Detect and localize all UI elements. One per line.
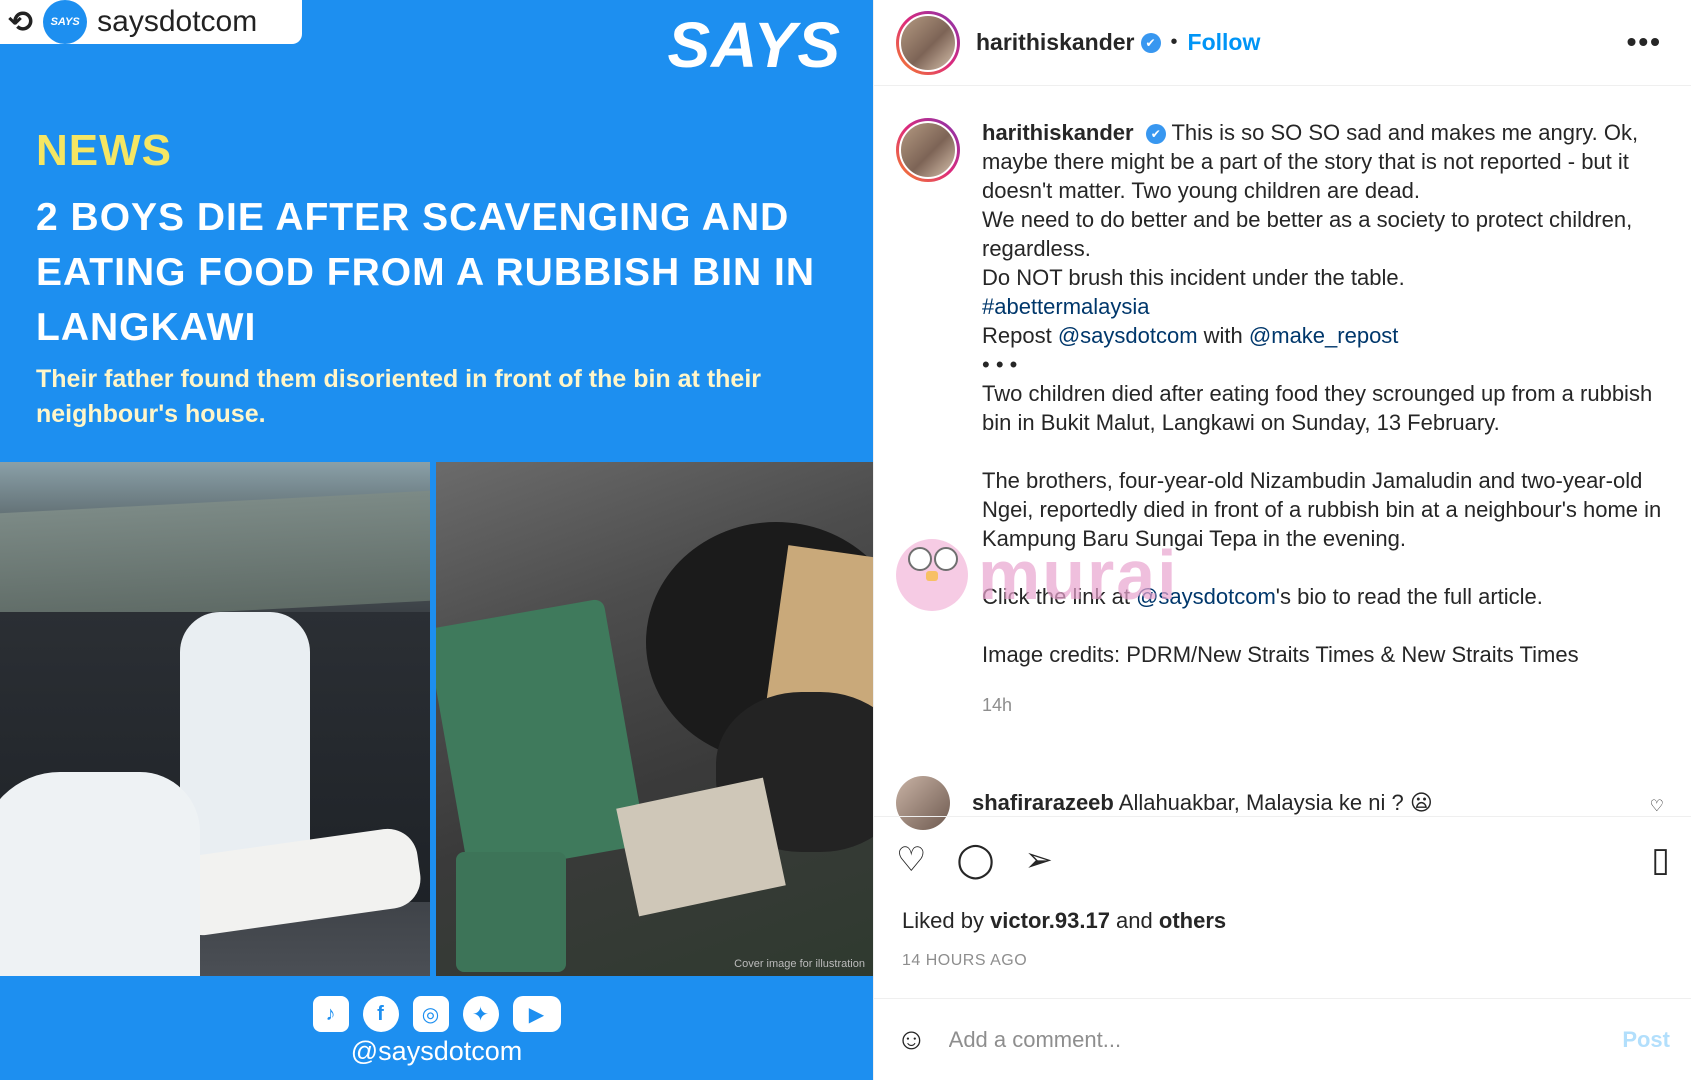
likes-prefix: Liked by (902, 908, 991, 933)
post-details-panel: harithiskander ✔ • Follow ••• harithiska… (873, 0, 1691, 1080)
share-icon[interactable]: ➢ (1025, 843, 1054, 877)
more-options-icon[interactable]: ••• (1627, 26, 1662, 58)
post-header: harithiskander ✔ • Follow ••• (874, 0, 1691, 86)
caption-line-3: Do NOT brush this incident under the tab… (982, 265, 1405, 290)
post-comment-button[interactable]: Post (1622, 1027, 1670, 1053)
post-image[interactable]: ⟲ SAYS saysdotcom SAYS NEWS 2 BOYS DIE A… (0, 0, 873, 1080)
news-photos: Cover image for illustration (0, 462, 873, 976)
subheadline: Their father found them disoriented in f… (36, 365, 761, 428)
photo-rubbish-bin: Cover image for illustration (436, 462, 873, 976)
likes-others-link[interactable]: others (1159, 908, 1226, 933)
murai-watermark: murai (896, 530, 1256, 620)
repost-mid: with (1197, 323, 1249, 348)
commenter-username[interactable]: shafirarazeeb (972, 790, 1114, 815)
bird-logo-icon (896, 539, 968, 611)
hashtag-link[interactable]: #abettermalaysia (982, 294, 1150, 319)
news-tag: NEWS (36, 126, 172, 175)
caption-paragraph-1: Two children died after eating food they… (982, 381, 1653, 435)
post-caption: harithiskander ✔ This is so SO SO sad an… (896, 118, 1676, 720)
says-logo-icon: SAYS (43, 0, 88, 44)
repost-source-link[interactable]: @saysdotcom (1058, 323, 1198, 348)
caption-author-avatar[interactable] (896, 118, 960, 182)
social-footer: ♪ f ◎ ✦ ▶ @saysdotcom (0, 976, 873, 1080)
image-credits: Image credits: PDRM/New Straits Times & … (982, 642, 1579, 667)
comment-icon[interactable]: ◯ (956, 843, 994, 877)
comment-text: Allahuakbar, Malaysia ke ni ? 😦 (1118, 790, 1433, 815)
comment-like-icon[interactable]: ♡ (1650, 796, 1664, 816)
caption-p3-suffix: 's bio to read the full article. (1275, 584, 1543, 609)
header-separator: • (1170, 31, 1178, 53)
likes-mid: and (1109, 908, 1159, 933)
repost-tool-link[interactable]: @make_repost (1249, 323, 1399, 348)
footer-handle: @saysdotcom (350, 1036, 523, 1066)
bookmark-icon[interactable]: ▯ (1651, 843, 1670, 877)
author-avatar[interactable] (896, 10, 960, 75)
repost-icon: ⟲ (8, 5, 34, 39)
post-actions: ♡ ◯ ➢ ▯ (874, 816, 1691, 877)
repost-prefix: Repost (982, 323, 1058, 348)
post-time-ago[interactable]: 14 HOURS AGO (902, 952, 1027, 970)
follow-button[interactable]: Follow (1188, 29, 1261, 56)
photo-forensic-team (0, 462, 430, 976)
likes-summary: Liked by victor.93.17 and others (902, 908, 1226, 934)
caption-dots: • • • (982, 352, 1018, 377)
headline: 2 BOYS DIE AFTER SCAVENGING AND EATING F… (36, 196, 816, 349)
author-username[interactable]: harithiskander (976, 29, 1135, 56)
instagram-icon: ◎ (412, 996, 449, 1032)
repost-chip: ⟲ SAYS saysdotcom (0, 0, 302, 44)
repost-source-name: saysdotcom (97, 5, 258, 38)
comment-input[interactable] (948, 1026, 1601, 1053)
verified-icon: ✔ (1140, 32, 1161, 53)
emoji-icon[interactable]: ☺ (896, 1023, 927, 1057)
caption-timestamp[interactable]: 14h (982, 691, 1676, 720)
facebook-icon: f (362, 996, 399, 1032)
watermark-text: murai (978, 536, 1179, 614)
caption-username[interactable]: harithiskander (982, 120, 1134, 145)
photo-credit: Cover image for illustration (734, 958, 865, 970)
caption-verified-icon: ✔ (1145, 124, 1166, 145)
add-comment-bar: ☺ Post (874, 998, 1691, 1080)
like-icon[interactable]: ♡ (896, 843, 926, 877)
twitter-icon: ✦ (462, 996, 499, 1032)
youtube-icon: ▶ (512, 996, 561, 1032)
caption-line-2: We need to do better and be better as a … (982, 207, 1633, 261)
tiktok-icon: ♪ (312, 996, 349, 1032)
liker-username[interactable]: victor.93.17 (990, 908, 1110, 933)
says-brand-logo: SAYS (667, 9, 841, 81)
